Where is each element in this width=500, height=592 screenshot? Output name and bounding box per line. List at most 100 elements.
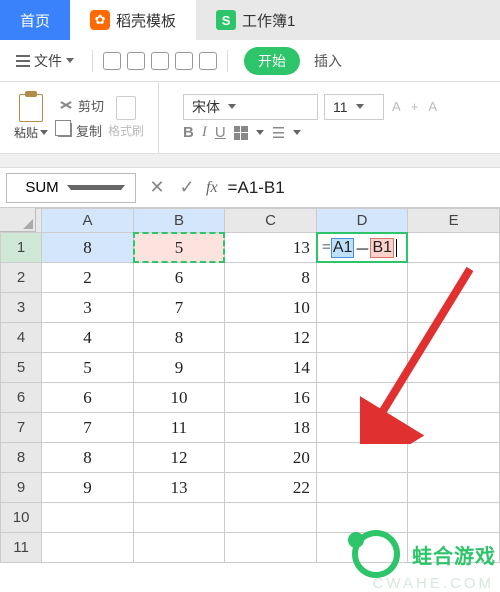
cell[interactable]: 20	[225, 443, 317, 473]
cell[interactable]	[408, 233, 500, 263]
cell[interactable]: 8	[225, 263, 317, 293]
cell[interactable]	[225, 533, 317, 563]
font-size-value: 11	[333, 99, 348, 115]
cell[interactable]: 9	[42, 473, 134, 503]
row-header[interactable]: 10	[1, 503, 42, 533]
font-size-select[interactable]: 11	[324, 94, 384, 120]
cut-button[interactable]: 剪切	[58, 96, 104, 115]
col-header-a[interactable]: A	[42, 209, 134, 233]
confirm-button[interactable]: ✓	[172, 177, 202, 198]
shrink-font-icon[interactable]: A	[426, 97, 439, 116]
cell[interactable]	[133, 503, 225, 533]
cell[interactable]	[316, 263, 408, 293]
cell[interactable]	[316, 293, 408, 323]
cell[interactable]	[42, 503, 134, 533]
cancel-button[interactable]: ✕	[142, 177, 172, 198]
borders-button[interactable]	[234, 126, 248, 140]
cell[interactable]: 18	[225, 413, 317, 443]
cell[interactable]: 5	[133, 233, 225, 263]
tab-home[interactable]: 首页	[0, 0, 70, 40]
col-header-e[interactable]: E	[408, 209, 500, 233]
cell[interactable]	[225, 503, 317, 533]
row-header[interactable]: 1	[1, 233, 42, 263]
cell[interactable]	[316, 473, 408, 503]
font-name-select[interactable]: 宋体	[183, 94, 318, 120]
paste-button[interactable]: 粘贴	[8, 92, 54, 143]
print-icon[interactable]	[127, 52, 145, 70]
cell[interactable]: =A1－B1	[316, 233, 408, 263]
select-all-corner[interactable]	[0, 208, 36, 232]
cell[interactable]: 9	[133, 353, 225, 383]
undo-icon[interactable]	[175, 52, 193, 70]
cell[interactable]: 16	[225, 383, 317, 413]
preview-icon[interactable]	[151, 52, 169, 70]
cell[interactable]	[408, 473, 500, 503]
col-header-d[interactable]: D	[316, 209, 408, 233]
row-header[interactable]: 3	[1, 293, 42, 323]
cell[interactable]	[408, 443, 500, 473]
row-header[interactable]: 5	[1, 353, 42, 383]
cell[interactable]	[316, 413, 408, 443]
save-icon[interactable]	[103, 52, 121, 70]
cell[interactable]	[408, 383, 500, 413]
cell[interactable]: 7	[133, 293, 225, 323]
cell[interactable]	[408, 263, 500, 293]
cell[interactable]: 3	[42, 293, 134, 323]
redo-icon[interactable]	[199, 52, 217, 70]
cell[interactable]	[316, 443, 408, 473]
fx-icon[interactable]: fx	[202, 179, 222, 197]
cell-editor[interactable]: =A1－B1	[316, 232, 409, 263]
start-tab[interactable]: 开始	[244, 47, 300, 75]
cell[interactable]: 10	[133, 383, 225, 413]
row-header[interactable]: 6	[1, 383, 42, 413]
cell[interactable]	[408, 293, 500, 323]
cell[interactable]: 13	[225, 233, 317, 263]
formula-input[interactable]: =A1-B1	[222, 178, 500, 198]
tab-docer[interactable]: ✿稻壳模板	[70, 0, 196, 40]
cell[interactable]: 8	[42, 233, 134, 263]
cell[interactable]	[316, 383, 408, 413]
cell[interactable]: 8	[42, 443, 134, 473]
cell[interactable]: 2	[42, 263, 134, 293]
bold-button[interactable]: B	[183, 124, 194, 141]
row-header[interactable]: 9	[1, 473, 42, 503]
tab-workbook[interactable]: S工作簿1	[196, 0, 315, 40]
cell[interactable]: 4	[42, 323, 134, 353]
cell[interactable]	[408, 353, 500, 383]
cell[interactable]: 5	[42, 353, 134, 383]
cell[interactable]: 6	[42, 383, 134, 413]
cell[interactable]	[316, 323, 408, 353]
cell[interactable]: 11	[133, 413, 225, 443]
cell[interactable]: 13	[133, 473, 225, 503]
row-header[interactable]: 7	[1, 413, 42, 443]
name-box[interactable]: SUM	[6, 173, 136, 203]
cell[interactable]: 22	[225, 473, 317, 503]
cell[interactable]: 12	[133, 443, 225, 473]
tab-bar: 首页 ✿稻壳模板 S工作簿1	[0, 0, 500, 40]
row-header[interactable]: 8	[1, 443, 42, 473]
insert-tab[interactable]: 插入	[306, 47, 350, 75]
copy-button[interactable]: 复制	[58, 121, 104, 140]
cell[interactable]: 12	[225, 323, 317, 353]
cell[interactable]: 7	[42, 413, 134, 443]
cell[interactable]	[133, 533, 225, 563]
cell[interactable]: 14	[225, 353, 317, 383]
cell[interactable]	[408, 323, 500, 353]
cell[interactable]: 8	[133, 323, 225, 353]
row-header[interactable]: 4	[1, 323, 42, 353]
cell[interactable]: 6	[133, 263, 225, 293]
formula-bar: SUM ✕ ✓ fx =A1-B1	[0, 168, 500, 208]
cell[interactable]	[408, 413, 500, 443]
row-header[interactable]: 2	[1, 263, 42, 293]
grow-font-icon[interactable]: A	[390, 97, 403, 116]
cell[interactable]	[42, 533, 134, 563]
cell-style-button[interactable]: ☰	[272, 124, 285, 142]
col-header-c[interactable]: C	[225, 209, 317, 233]
underline-button[interactable]: U	[215, 124, 226, 141]
cell[interactable]	[316, 353, 408, 383]
cell[interactable]: 10	[225, 293, 317, 323]
col-header-b[interactable]: B	[133, 209, 225, 233]
italic-button[interactable]: I	[202, 124, 207, 141]
file-menu[interactable]: 文件	[8, 47, 82, 75]
row-header[interactable]: 11	[1, 533, 42, 563]
